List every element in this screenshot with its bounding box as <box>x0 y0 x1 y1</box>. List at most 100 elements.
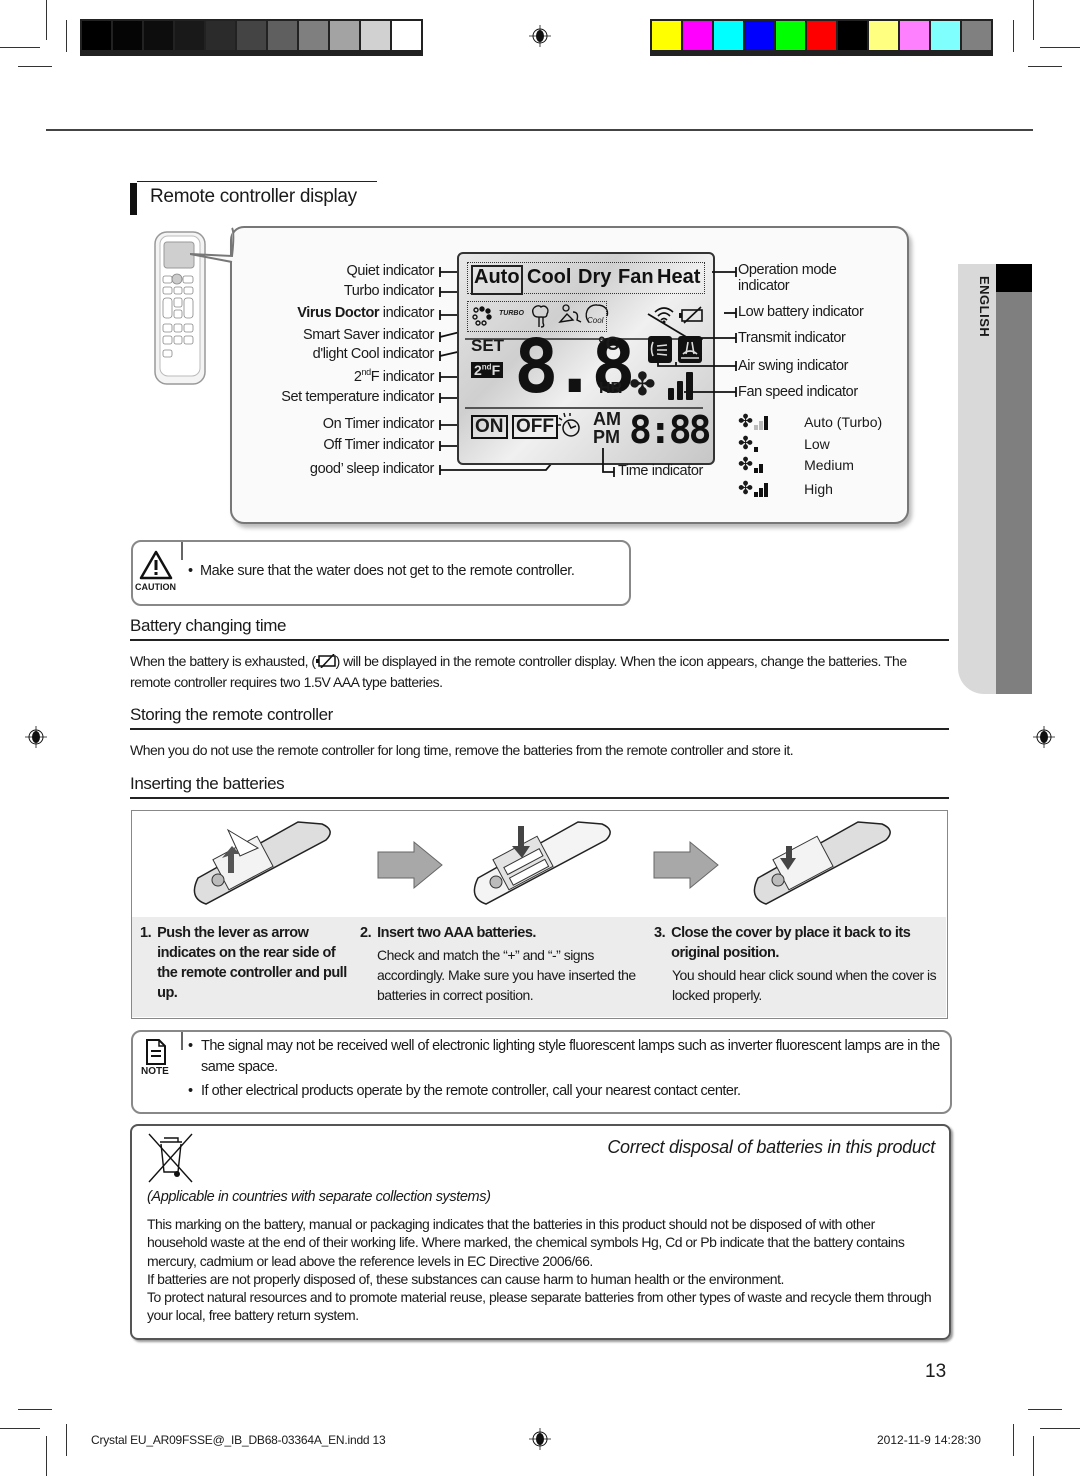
crop-mark <box>18 66 52 67</box>
fan-icon: ✤ <box>738 433 754 453</box>
fan-speed-bar <box>754 492 759 497</box>
fan-speed-label: Medium <box>804 457 854 473</box>
fan-speed-indicator-label: Fan speed indicator <box>738 384 858 400</box>
color-swatch <box>299 21 328 50</box>
fan-speed-bars <box>754 438 780 452</box>
registration-mark-icon <box>25 726 47 748</box>
color-swatch <box>144 21 173 50</box>
color-swatch <box>776 21 805 50</box>
on-timer-indicator: ON <box>471 415 508 439</box>
color-swatch <box>361 21 390 50</box>
crop-mark <box>46 0 47 40</box>
language-tab-label: ENGLISH <box>977 276 992 338</box>
time-digits: 8:88 <box>629 408 711 452</box>
fan-speed-legend-item: ✤ Auto (Turbo) <box>738 412 882 430</box>
arrow-right-icon <box>377 840 443 890</box>
note-item: • The signal may not be received well of … <box>188 1038 940 1099</box>
fan-speed-bar <box>764 416 769 430</box>
battery-changing-text: When the battery is exhausted, () will b… <box>130 653 907 690</box>
color-swatch-bar <box>650 19 993 56</box>
celsius-unit: °C <box>598 334 620 355</box>
fan-speed-bar <box>759 421 764 430</box>
hr-indicator: HR <box>599 380 623 397</box>
color-swatch <box>931 21 960 50</box>
caution-text: • Make sure that the water does not get … <box>188 563 575 579</box>
turbo-icon: TURBO <box>499 310 524 317</box>
low-battery-icon <box>315 653 336 669</box>
registration-mark-icon <box>1033 726 1055 748</box>
disposal-subtitle: (Applicable in countries with separate c… <box>147 1189 491 1205</box>
time-indicator-leader <box>602 448 615 477</box>
dlight-cool-indicator-label: d'light Cool indicator <box>312 346 435 362</box>
set-indicator: SET <box>471 336 505 355</box>
color-swatch <box>838 21 867 50</box>
storing-heading: Storing the remote controller <box>130 705 333 724</box>
good-sleep-indicator-label: good’ sleep indicator <box>309 461 434 477</box>
fan-speed-bar <box>754 468 759 473</box>
fan-speed-legend-item: ✤ High <box>738 479 833 497</box>
off-timer-indicator: OFF <box>512 415 558 439</box>
fan-speed-bar <box>759 488 764 497</box>
color-swatch <box>900 21 929 50</box>
fan-speed-bar <box>764 438 768 452</box>
fan-icon: ✤ <box>738 454 754 474</box>
color-swatch <box>82 21 111 50</box>
color-swatch <box>237 21 266 50</box>
right-leader-lines <box>647 267 737 397</box>
color-swatch <box>268 21 297 50</box>
section-title: Remote controller display <box>150 186 357 207</box>
fan-speed-bar <box>754 447 759 452</box>
set-temperature-indicator-label: Set temperature indicator <box>281 389 434 405</box>
crop-mark <box>1028 66 1062 67</box>
mode-dry: Dry <box>578 266 612 288</box>
crop-mark <box>1033 1436 1034 1476</box>
off-timer-indicator-label: Off Timer indicator <box>323 437 434 453</box>
step-3: 3. Close the cover by place it back to it… <box>654 925 937 1003</box>
fan-icon: ✤ <box>738 411 754 431</box>
fan-speed-bar <box>764 483 769 497</box>
quiet-icon <box>472 306 492 326</box>
smart-saver-indicator-label: Smart Saver indicator <box>302 327 434 343</box>
fan-speed-legend-item: ✤ Medium <box>738 455 854 473</box>
good-sleep-icon <box>557 412 580 437</box>
mode-auto: Auto <box>474 266 520 288</box>
turbo-indicator-label: Turbo indicator <box>343 283 435 299</box>
disposal-title: Correct disposal of batteries in this pr… <box>607 1137 935 1157</box>
language-tab-bar <box>996 264 1032 694</box>
section-title-marker <box>130 183 137 215</box>
fan-speed-bars <box>754 416 780 430</box>
fan-speed-label: High <box>804 481 833 497</box>
callout-pointer <box>190 227 235 263</box>
storing-text: When you do not use the remote controlle… <box>130 742 794 758</box>
color-swatch <box>807 21 836 50</box>
operation-mode-indicator-label: Operation mode indicator <box>738 262 837 294</box>
grayscale-swatch-bar <box>80 19 423 56</box>
color-swatch <box>330 21 359 50</box>
crossed-out-bin-icon <box>148 1133 193 1183</box>
note-label: NOTE <box>141 1066 169 1077</box>
disposal-paragraph: This marking on the battery, manual or p… <box>147 1216 905 1269</box>
virus-doctor-indicator-label: Virus Doctor indicator <box>297 305 434 321</box>
fan-speed-label: Low <box>804 436 830 452</box>
heading-rule <box>130 728 949 730</box>
color-swatch <box>113 21 142 50</box>
second-f-indicator: 2ndF <box>471 362 504 378</box>
crop-mark <box>1013 1424 1014 1456</box>
footer-timestamp: 2012-11-9 14:28:30 <box>877 1433 981 1447</box>
registration-mark-icon <box>529 25 551 47</box>
note-icon <box>146 1039 166 1065</box>
registration-mark-icon <box>529 1428 551 1450</box>
disposal-body: This marking on the battery, manual or p… <box>147 1215 937 1325</box>
step-1: 1. Push the lever as arrow indicates on t… <box>140 925 347 1001</box>
disposal-paragraph: If batteries are not properly disposed o… <box>147 1270 784 1287</box>
crop-mark <box>0 1428 40 1429</box>
step3-illustration <box>753 821 891 905</box>
color-swatch <box>652 21 681 50</box>
caution-label: CAUTION <box>135 582 176 592</box>
color-swatch <box>962 21 991 50</box>
crop-mark <box>1033 0 1034 40</box>
step-2: 2. Insert two AAA batteries. Check and ma… <box>360 925 636 1003</box>
heading-rule <box>130 639 949 641</box>
battery-changing-heading: Battery changing time <box>130 616 287 635</box>
air-swing-indicator-label: Air swing indicator <box>738 358 849 374</box>
